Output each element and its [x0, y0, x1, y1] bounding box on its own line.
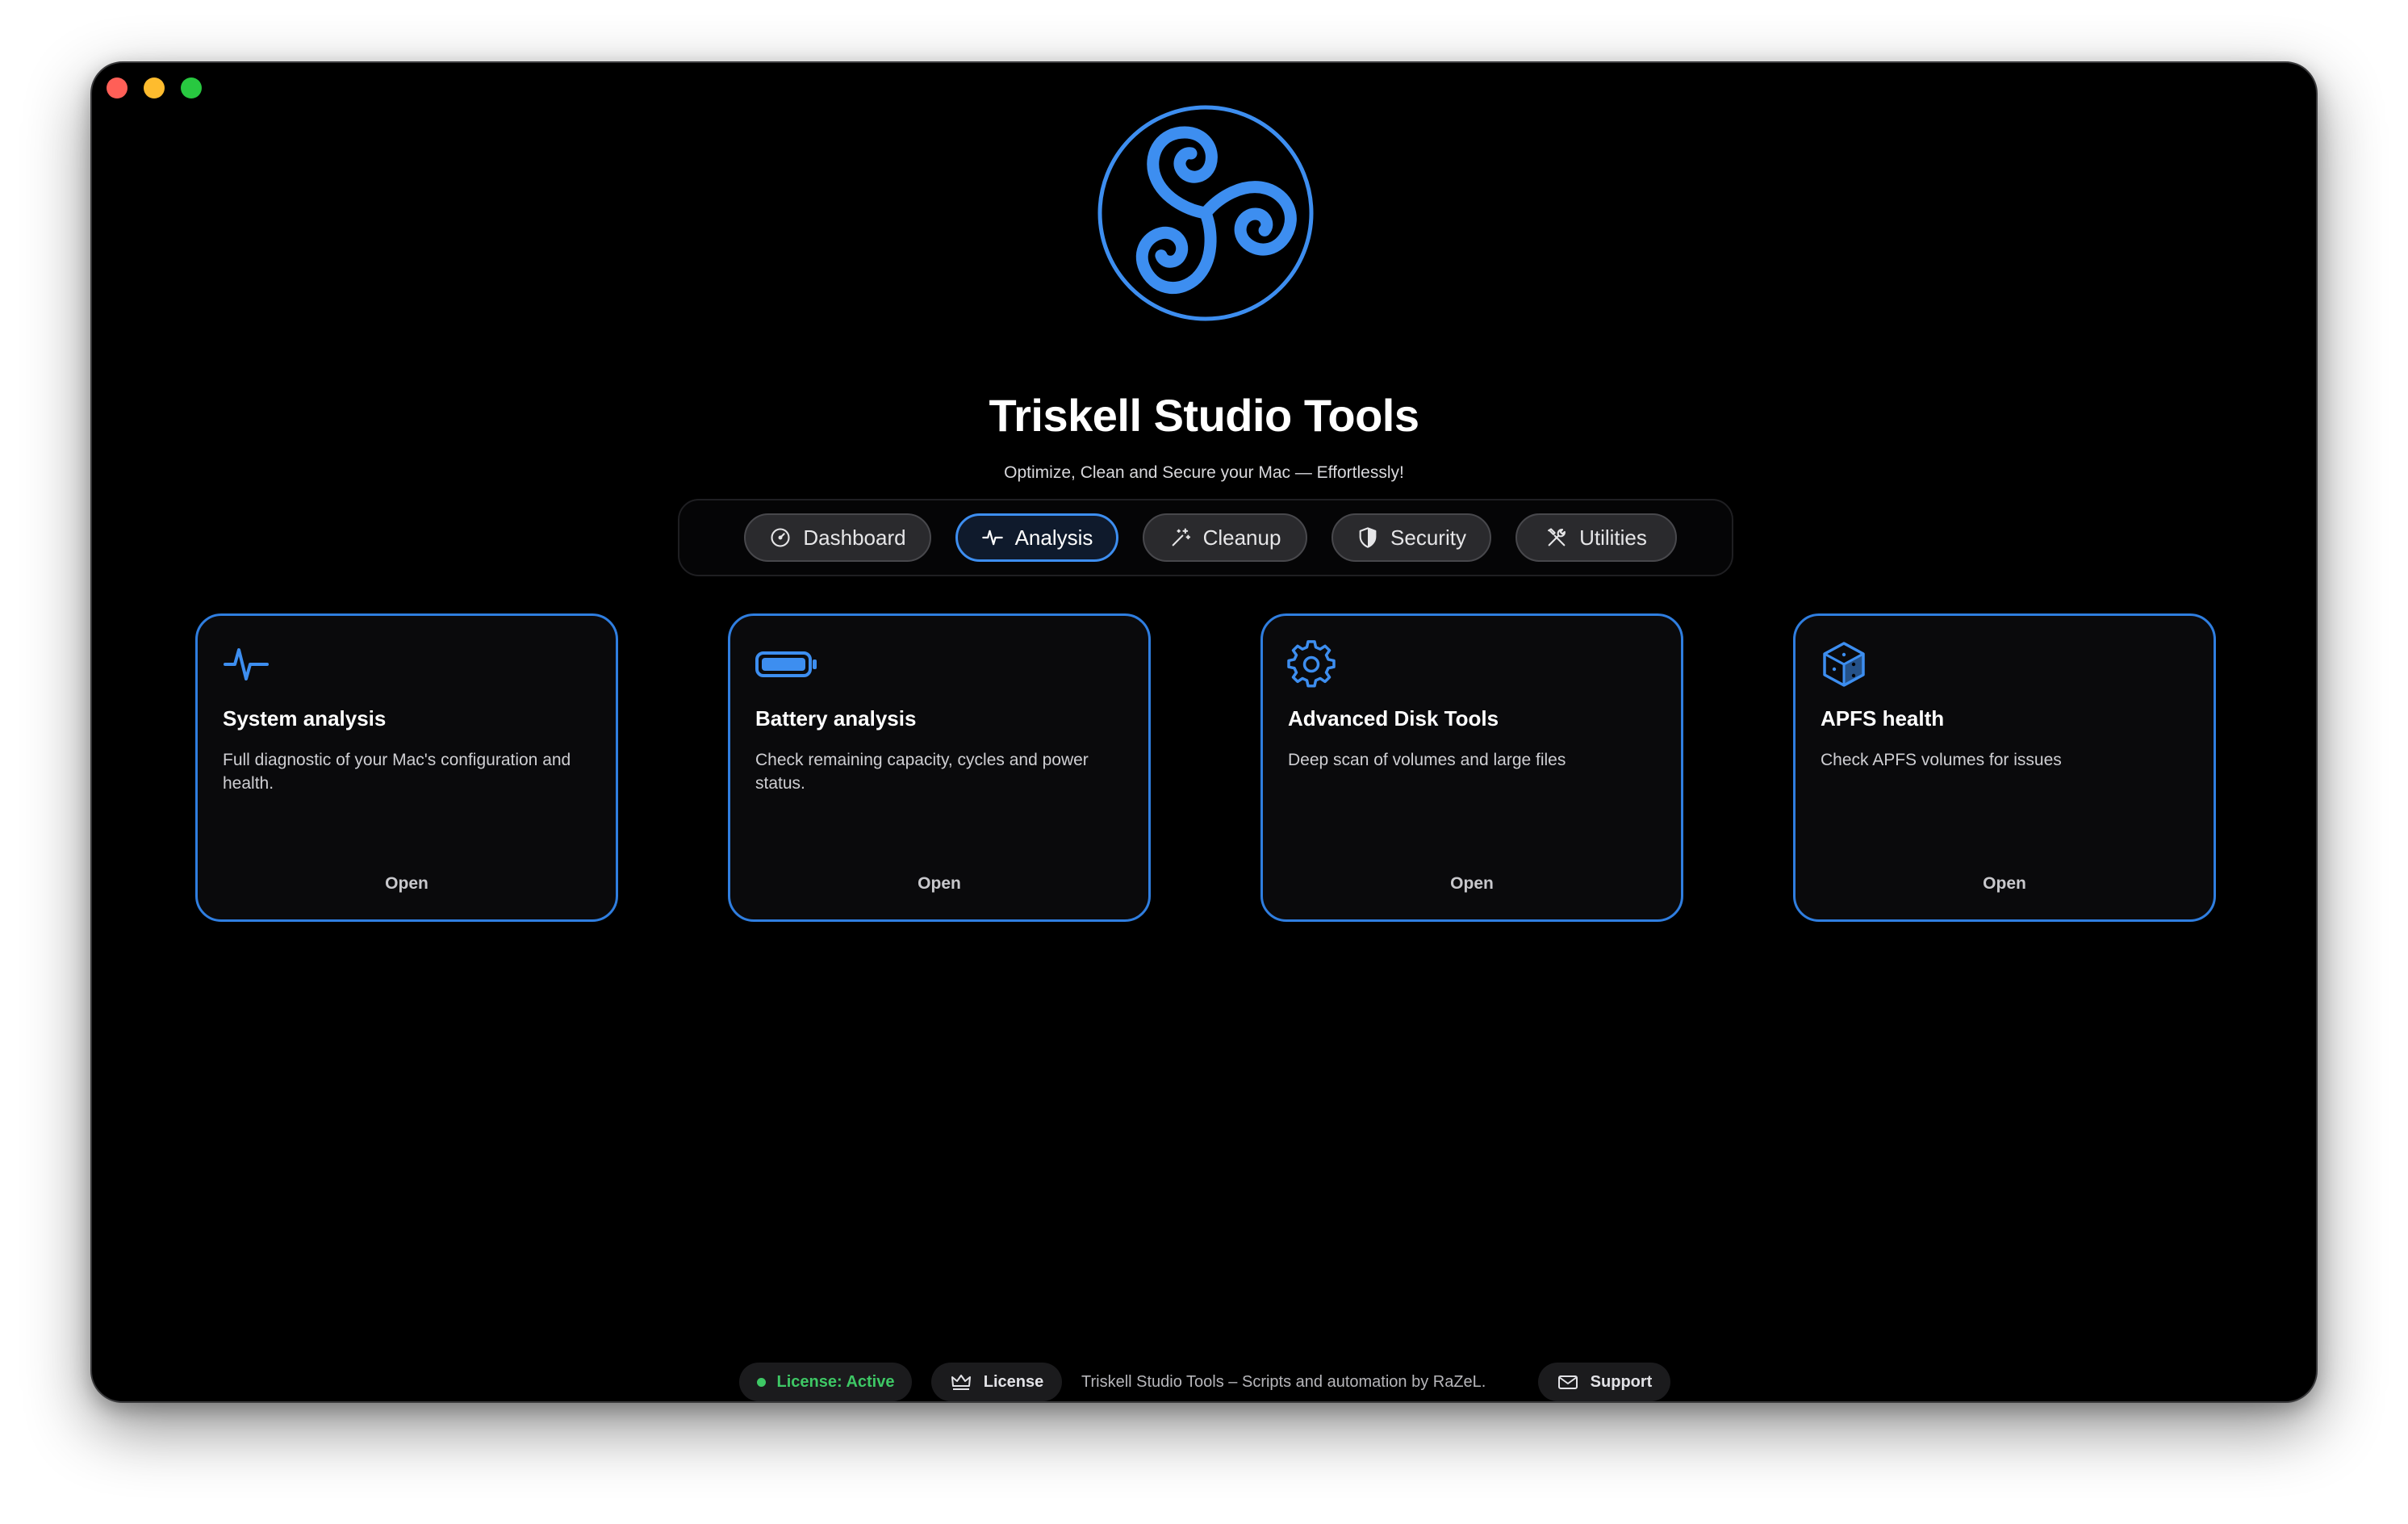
- card-icon: [1287, 640, 1336, 689]
- tab-security-label: Security: [1390, 525, 1466, 550]
- license-button-label: License: [983, 1372, 1044, 1391]
- tab-utilities-label: Utilities: [1579, 525, 1647, 550]
- card-title: Battery analysis: [755, 706, 917, 731]
- card-advanced-disk-tools[interactable]: Advanced Disk Tools Deep scan of volumes…: [1260, 613, 1683, 922]
- license-button[interactable]: License: [931, 1363, 1062, 1401]
- tab-dashboard[interactable]: Dashboard: [744, 513, 931, 562]
- tab-dashboard-label: Dashboard: [803, 525, 906, 550]
- card-icon: [222, 640, 270, 689]
- tab-security[interactable]: Security: [1332, 513, 1491, 562]
- tab-bar: Dashboard Analysis Cleanup Security Util…: [678, 499, 1733, 576]
- card-icon: [1820, 640, 1868, 689]
- tools-icon: [1548, 528, 1566, 546]
- gear-icon: [1287, 640, 1336, 688]
- waveform-icon: [224, 648, 269, 680]
- zoom-window-button[interactable]: [181, 77, 202, 98]
- card-title: APFS health: [1821, 706, 1945, 731]
- footer-bar: License: Active License Triskell Studio …: [92, 1363, 2316, 1401]
- card-icon: [755, 640, 817, 689]
- card-title: Advanced Disk Tools: [1288, 706, 1499, 731]
- crown-icon: [951, 1375, 971, 1390]
- tab-analysis[interactable]: Analysis: [955, 513, 1118, 562]
- card-title: System analysis: [223, 706, 387, 731]
- card-system-analysis[interactable]: System analysis Full diagnostic of your …: [195, 613, 618, 922]
- tab-cleanup[interactable]: Cleanup: [1143, 513, 1307, 562]
- app-subtitle: Optimize, Clean and Secure your Mac — Ef…: [1004, 463, 1404, 482]
- open-button[interactable]: Open: [730, 874, 1148, 894]
- tab-cleanup-label: Cleanup: [1202, 525, 1281, 550]
- tab-analysis-label: Analysis: [1014, 525, 1093, 550]
- license-status-text: License: Active: [776, 1372, 895, 1391]
- credits-text: Triskell Studio Tools – Scripts and auto…: [1081, 1373, 1486, 1391]
- app-title: Triskell Studio Tools: [989, 390, 1419, 441]
- cube-icon: [1823, 642, 1865, 687]
- close-window-button[interactable]: [107, 77, 128, 98]
- envelope-icon: [1557, 1375, 1578, 1389]
- card-battery-analysis[interactable]: Battery analysis Check remaining capacit…: [728, 613, 1151, 922]
- tab-utilities[interactable]: Utilities: [1515, 513, 1677, 562]
- card-description: Full diagnostic of your Mac's configurat…: [223, 751, 571, 793]
- card-description: Check remaining capacity, cycles and pow…: [755, 751, 1089, 793]
- app-window: Triskell Studio Tools Optimize, Clean an…: [90, 61, 2318, 1403]
- card-description: Check APFS volumes for issues: [1821, 751, 2062, 769]
- shield-icon: [1359, 527, 1377, 548]
- window-controls: [107, 77, 202, 98]
- card-description: Deep scan of volumes and large files: [1288, 751, 1566, 769]
- waveform-icon: [981, 530, 1003, 546]
- gauge-icon: [771, 528, 790, 547]
- triskele-logo: [1097, 105, 1314, 321]
- license-status-badge: License: Active: [739, 1363, 912, 1401]
- minimize-window-button[interactable]: [144, 77, 165, 98]
- status-dot-icon: [756, 1377, 766, 1387]
- battery-icon: [755, 651, 817, 677]
- support-button[interactable]: Support: [1538, 1363, 1670, 1401]
- support-button-label: Support: [1590, 1372, 1653, 1391]
- open-button[interactable]: Open: [198, 874, 616, 894]
- open-button[interactable]: Open: [1796, 874, 2214, 894]
- card-apfs-health[interactable]: APFS health Check APFS volumes for issue…: [1793, 613, 2216, 922]
- open-button[interactable]: Open: [1263, 874, 1681, 894]
- sparkles-icon: [1172, 528, 1190, 546]
